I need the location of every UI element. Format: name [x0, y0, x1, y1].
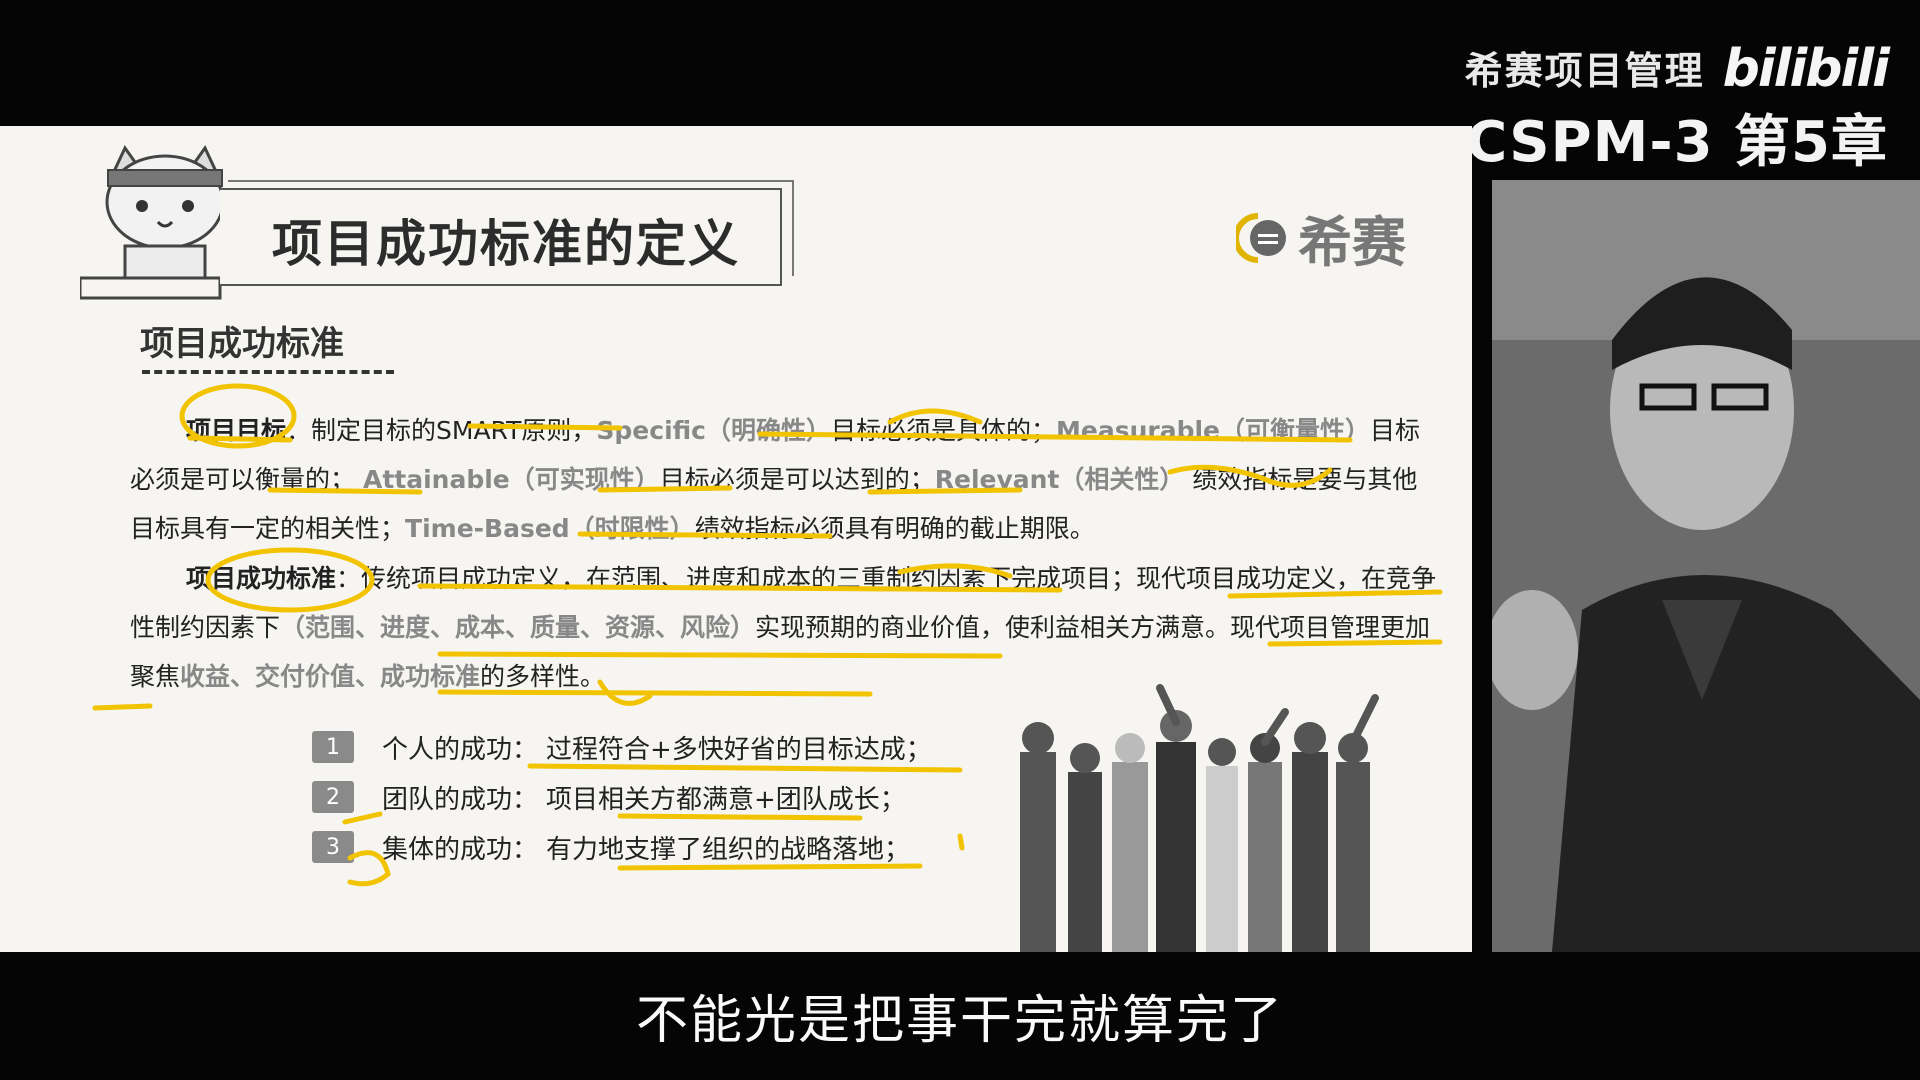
para2-text-3: 的多样性。	[480, 662, 606, 691]
xisai-logo-icon	[1236, 212, 1286, 263]
para1-text-4: 目标必须是可以达到的；	[659, 465, 935, 494]
channel-watermark: 希赛项目管理 bilibili CSPM-3 第5章	[1464, 39, 1890, 178]
success-criteria-paragraph: 项目成功标准：传统项目成功定义，在范围、进度和成本的三重制约因素下完成项目；现代…	[130, 554, 1442, 701]
success-list: 1 个人的成功： 过程符合+多快好省的目标达成； 2 团队的成功： 项目相关方都…	[312, 722, 932, 872]
video-subtitle: 不能光是把事干完就算完了	[635, 991, 1284, 1051]
team-people-image	[1020, 684, 1379, 952]
number-badge: 3	[312, 831, 354, 863]
episode-label: CSPM-3 第5章	[1466, 110, 1888, 175]
list-item-label: 团队的成功：	[382, 784, 539, 815]
number-badge: 1	[312, 731, 354, 763]
timebased-term: Time-Based（时限性）	[405, 514, 695, 543]
constraints-term: （范围、进度、成本、质量、资源、风险）	[280, 613, 756, 642]
list-item: 2 团队的成功： 项目相关方都满意+团队成长；	[312, 772, 932, 822]
list-item-text: 项目相关方都满意+团队成长；	[546, 784, 906, 815]
specific-term: Specific（明确性）	[596, 416, 831, 445]
channel-name: 希赛项目管理	[1464, 49, 1705, 93]
para1-label: 项目目标	[186, 416, 287, 445]
relevant-term: Relevant（相关性）	[934, 465, 1185, 494]
focus-term: 收益、交付价值、成功标准	[180, 662, 481, 691]
presentation-slide: 项目成功标准的定义 希赛 项目成功标准 项目目标：制定目标的SMART原则，Sp…	[0, 126, 1472, 952]
list-item-text: 有力地支撑了组织的战略落地；	[546, 834, 911, 865]
section-underline	[142, 370, 394, 374]
smart-paragraph: 项目目标：制定目标的SMART原则，Specific（明确性）目标必须是具体的；…	[130, 406, 1442, 553]
brand-name: 希赛	[1298, 211, 1406, 274]
list-item: 1 个人的成功： 过程符合+多快好省的目标达成；	[312, 722, 932, 772]
list-item-text: 过程符合+多快好省的目标达成；	[546, 734, 932, 765]
slide-title: 项目成功标准的定义	[272, 215, 740, 273]
list-item-label: 集体的成功：	[382, 834, 539, 865]
brand-logo: 希赛	[1236, 198, 1406, 277]
list-item-label: 个人的成功：	[382, 734, 539, 765]
section-heading: 项目成功标准	[140, 324, 344, 364]
bilibili-logo: bilibili	[1722, 39, 1890, 99]
list-item: 3 集体的成功： 有力地支撑了组织的战略落地；	[312, 822, 932, 872]
para1-text-2: 目标必须是具体的；	[831, 416, 1057, 445]
number-badge: 2	[312, 781, 354, 813]
para1-text-6: 绩效指标必须具有明确的截止期限。	[694, 514, 1095, 543]
attainable-term: Attainable（可实现性）	[362, 465, 660, 494]
para2-label: 项目成功标准	[186, 564, 337, 593]
para1-text-1: ：制定目标的SMART原则，	[286, 416, 597, 445]
measurable-term: Measurable（可衡量性）	[1056, 416, 1371, 445]
presenter-webcam	[1492, 180, 1920, 952]
